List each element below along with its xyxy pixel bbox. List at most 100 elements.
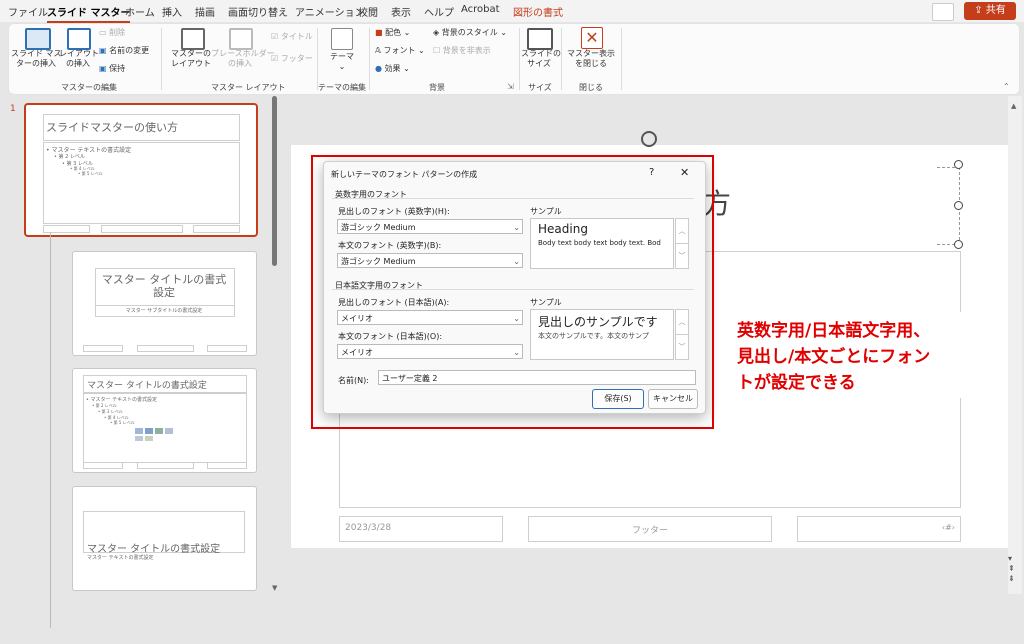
thumb-level-2: • 第 2 レベル [54, 154, 85, 160]
rename-button[interactable]: ▣ 名前の変更 [99, 46, 149, 56]
insert-layout-label-1: レイアウト [59, 49, 99, 58]
slide-size-button[interactable]: スライドの サイズ [521, 49, 561, 69]
close-master-label-1: マスター表示 [567, 49, 615, 58]
thumbnail-pane: 1 スライドマスターの使い方 • マスター テキストの書式設定 • 第 2 レベ… [0, 95, 283, 628]
effects-button[interactable]: ● 効果 ⌄ [375, 64, 410, 74]
tab-acrobat[interactable]: Acrobat [461, 4, 500, 15]
slide-number: 1 [10, 104, 16, 114]
number-placeholder[interactable]: ‹#› [797, 516, 961, 542]
insert-placeholder-button[interactable]: プレースホルダー の挿入 [211, 49, 275, 69]
tab-help[interactable]: ヘルプ [424, 4, 454, 19]
tab-file[interactable]: ファイル [8, 4, 48, 19]
group-master-layout: マスター レイアウト [211, 83, 286, 92]
tab-slide-master[interactable]: スライド マスター [47, 4, 131, 23]
insert-slide-master-button[interactable]: スライド マス ターの挿入 [11, 49, 62, 69]
thumb-section-title: マスター タイトルの書式設定 [87, 544, 221, 555]
resize-handle[interactable] [954, 201, 963, 210]
insert-layout-label-2: の挿入 [66, 59, 90, 68]
annotation-line-2: 見出し/本文ごとにフォン [737, 347, 931, 367]
date-placeholder[interactable]: 2023/3/28 [339, 516, 503, 542]
preserve-icon: ▣ [99, 64, 110, 73]
thumb-layout-content[interactable]: マスター タイトルの書式設定 • マスター テキストの書式設定 • 第 2 レベ… [72, 368, 257, 473]
tab-transitions[interactable]: 画面切り替え [228, 4, 288, 19]
master-layout-button[interactable]: マスターの レイアウト [169, 49, 213, 69]
page-nav-icons[interactable]: ▾ ⇞ ⇟ [1008, 554, 1015, 584]
thumbnail-scrollbar[interactable] [272, 96, 277, 266]
annotation-line-3: トが設定できる [737, 373, 856, 393]
insert-layout-button[interactable]: レイアウト の挿入 [59, 49, 99, 69]
tab-view[interactable]: 表示 [391, 4, 411, 19]
main-scrollbar[interactable]: ▲ [1008, 96, 1022, 594]
background-style-label: 背景のスタイル [441, 28, 498, 37]
tab-insert[interactable]: 挿入 [162, 4, 182, 19]
thumb-level-5: • 第 5 レベル [110, 420, 135, 425]
tab-home[interactable]: ホーム [125, 4, 155, 19]
chevron-down-icon: ⌄ [401, 28, 411, 37]
checkbox-icon: ☑ [271, 32, 281, 41]
group-background: 背景 [429, 83, 445, 92]
effects-icon: ● [375, 64, 385, 73]
ribbon: スライド マス ターの挿入 レイアウト の挿入 ▭ 削除 ▣ 名前の変更 ▣ 保持 … [8, 23, 1020, 95]
background-style-icon: ◈ [433, 28, 442, 37]
thumb-slide-master[interactable]: スライドマスターの使い方 • マスター テキストの書式設定 • 第 2 レベル … [24, 103, 258, 237]
scroll-down-arrow-icon[interactable]: ▼ [272, 584, 277, 592]
tab-shape-format[interactable]: 図形の書式 [513, 4, 563, 19]
content-placeholder-icons [135, 428, 185, 441]
footer-check-label: フッター [280, 54, 313, 63]
theme-button[interactable]: テーマ ⌄ [327, 52, 357, 72]
close-master-button[interactable]: マスター表示 を閉じる [565, 49, 617, 69]
background-style-button[interactable]: ◈ 背景のスタイル ⌄ [433, 28, 507, 38]
tab-draw[interactable]: 描画 [195, 4, 215, 19]
tab-animations[interactable]: アニメーション [295, 4, 365, 19]
annotation-text: 英数字用/日本語文字用、 見出し/本文ごとにフォン トが設定できる [737, 318, 1007, 396]
thumb-layout-content-title: マスター タイトルの書式設定 [87, 381, 207, 391]
slide-size-label-2: サイズ [527, 59, 551, 68]
close-master-icon[interactable]: ✕ [581, 27, 603, 49]
footer-placeholder[interactable]: フッター [528, 516, 772, 542]
thumb-level-1: • マスター テキストの書式設定 [86, 397, 157, 403]
thumb-master-title: スライドマスターの使い方 [46, 121, 178, 134]
chevron-down-icon: ⌄ [338, 62, 346, 71]
preserve-button[interactable]: ▣ 保持 [99, 64, 125, 74]
delete-button[interactable]: ▭ 削除 [99, 28, 125, 38]
master-layout-icon[interactable] [181, 28, 205, 50]
chevron-down-icon: ⌄ [400, 64, 410, 73]
group-close: 閉じる [579, 83, 603, 92]
slide-size-label-1: スライドの [521, 49, 561, 58]
share-label: 共有 [985, 5, 1006, 16]
resize-handle[interactable] [954, 240, 963, 249]
hide-background-checkbox[interactable]: ☐ 背景を非表示 [433, 46, 491, 56]
theme-icon[interactable] [331, 28, 353, 50]
rename-icon: ▣ [99, 46, 110, 55]
picture-icon [165, 428, 173, 434]
tab-review[interactable]: 校閲 [358, 4, 378, 19]
thumb-layout-title[interactable]: マスター タイトルの書式設定 マスター サブタイトルの書式設定 [72, 251, 257, 356]
thumb-layout-sub-text: マスター サブタイトルの書式設定 [125, 308, 203, 314]
fonts-button[interactable]: 𝔸 フォント ⌄ [375, 46, 425, 56]
footer-checkbox[interactable]: ☑ フッター [271, 54, 313, 64]
insert-placeholder-icon[interactable] [229, 28, 253, 50]
divider [561, 28, 562, 90]
group-edit-theme: テーマの編集 [318, 83, 366, 92]
annotation-line-1: 英数字用/日本語文字用、 [737, 321, 931, 341]
collapse-ribbon-icon[interactable]: ⌃ [1003, 82, 1010, 92]
delete-icon: ▭ [99, 28, 110, 37]
divider [369, 28, 370, 90]
rotate-handle-icon[interactable] [641, 131, 657, 147]
title-checkbox[interactable]: ☑ タイトル [271, 32, 313, 42]
thumb-footer-box [101, 225, 183, 233]
dialog-launcher-icon[interactable]: ⇲ [507, 82, 514, 92]
comment-icon[interactable] [932, 3, 954, 21]
insert-slide-master-icon[interactable] [25, 28, 51, 50]
insert-layout-icon[interactable] [67, 28, 91, 50]
slide-size-icon[interactable] [527, 28, 553, 50]
thumb-layout-section[interactable]: マスター タイトルの書式設定 マスター テキストの書式設定 [72, 486, 257, 591]
colors-button[interactable]: ■ 配色 ⌄ [375, 28, 410, 38]
resize-handle[interactable] [954, 160, 963, 169]
group-size: サイズ [528, 83, 552, 92]
close-master-label-2: を閉じる [575, 59, 607, 68]
divider [621, 28, 622, 90]
checkbox-icon: ☑ [271, 54, 281, 63]
thumb-footer-box [137, 345, 194, 352]
share-button[interactable]: ⇪ 共有 [964, 2, 1016, 20]
